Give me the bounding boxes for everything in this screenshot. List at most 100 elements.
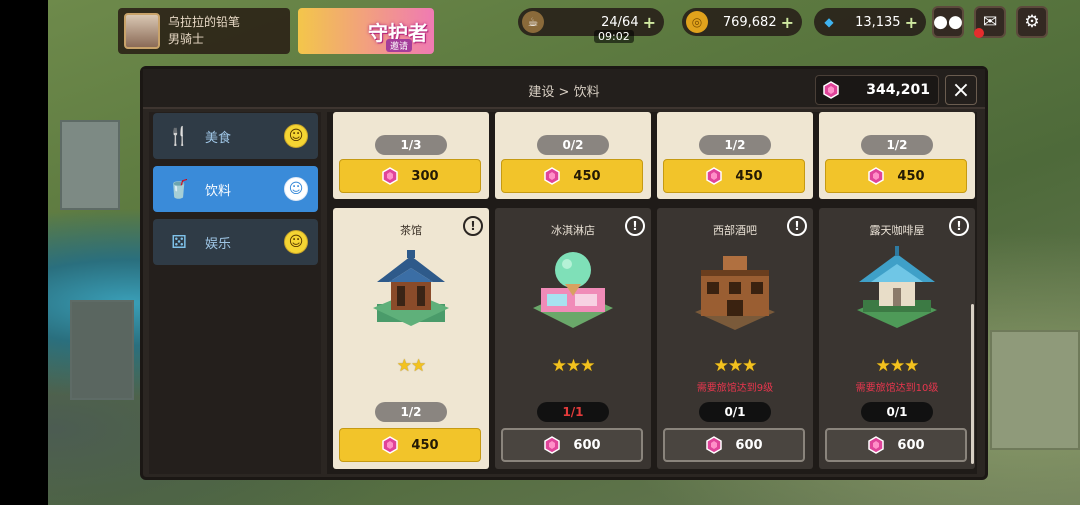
buy-button[interactable]: 450	[825, 159, 967, 193]
tab-food[interactable]: 🍴 美食 ☺	[153, 113, 318, 159]
owned-count: 0/1	[861, 402, 933, 422]
add-diamond-icon[interactable]: +	[905, 13, 918, 32]
gold-value: 769,682	[722, 14, 777, 30]
gem-icon	[867, 436, 885, 454]
diamond-value: 13,135	[855, 14, 901, 30]
player-name: 乌拉拉的铅笔	[168, 15, 241, 29]
star-rating: ★★★	[713, 356, 758, 376]
price-label: 450	[897, 168, 925, 184]
building-card[interactable]: 0/2 450	[495, 112, 651, 199]
banner-subtitle: 邀请	[385, 39, 412, 52]
tab-entertainment-label: 娱乐	[205, 236, 232, 252]
smiley-icon: ☺	[284, 230, 308, 254]
buy-button[interactable]: 450	[663, 159, 805, 193]
avatar	[124, 13, 160, 49]
info-icon[interactable]: !	[625, 216, 645, 236]
building-card-open-air-cafe[interactable]: 露天咖啡屋 ! ★★★ 需要旅馆达到10级 0/1 600	[819, 208, 975, 469]
dice-icon: ⚄	[171, 231, 187, 253]
gem-balance: 344,201	[815, 75, 939, 105]
scrollbar[interactable]	[971, 304, 974, 464]
screen-left-edge	[0, 0, 48, 505]
player-profile[interactable]: 乌拉拉的铅笔 男骑士	[118, 8, 290, 54]
diamond-resource[interactable]: ◆ 13,135 +	[814, 8, 926, 36]
price-label: 300	[411, 168, 439, 184]
gem-icon	[867, 167, 885, 185]
price-label: 450	[411, 437, 439, 453]
owned-count: 0/1	[699, 402, 771, 422]
buy-button[interactable]: 600	[663, 428, 805, 462]
info-icon[interactable]: !	[463, 216, 483, 236]
owned-count: 0/2	[537, 135, 609, 155]
owned-count: 1/2	[861, 135, 933, 155]
gem-icon	[543, 436, 561, 454]
dialog-header: 建设 > 饮料 344,201 ×	[143, 69, 985, 109]
top-bar: 乌拉拉的铅笔 男骑士 守护者 邀请 ☕ 24/64 + 09:02 ◎ 769,…	[48, 0, 1080, 62]
coffee-value: 24/64	[601, 14, 639, 30]
price-label: 600	[735, 437, 763, 453]
smiley-icon: ☺	[284, 124, 308, 148]
owned-count: 1/2	[375, 402, 447, 422]
coffee-resource[interactable]: ☕ 24/64 +	[518, 8, 664, 36]
tab-drinks[interactable]: 🥤 饮料 ☺	[153, 166, 318, 212]
western-bar-image	[695, 256, 775, 330]
chat-button[interactable]: ●●	[932, 6, 964, 38]
gold-resource[interactable]: ◎ 769,682 +	[682, 8, 802, 36]
requirement-text: 需要旅馆达到10级	[855, 383, 939, 394]
buy-button[interactable]: 300	[339, 159, 481, 193]
tab-entertainment[interactable]: ⚄ 娱乐 ☺	[153, 219, 318, 265]
buy-button[interactable]: 600	[825, 428, 967, 462]
gold-coin-icon: ◎	[686, 11, 708, 33]
ice-cream-shop-image	[533, 252, 613, 328]
tea-house-image	[373, 250, 449, 326]
building-card-tea-house[interactable]: 茶馆 ! ★★ 1/2 450	[333, 208, 489, 469]
building-card[interactable]: 1/2 450	[657, 112, 813, 199]
gem-icon	[705, 436, 723, 454]
requirement-text: 需要旅馆达到9级	[696, 383, 774, 394]
owned-count: 1/3	[375, 135, 447, 155]
gear-icon: ⚙	[1024, 12, 1040, 32]
building-grid[interactable]: 1/3 300 0/2 450 1/2 450 1/2 450 茶馆 ! ★★ …	[327, 112, 977, 474]
add-coffee-icon[interactable]: +	[643, 13, 656, 32]
scenery-cliff	[60, 120, 120, 210]
guardian-event-banner[interactable]: 守护者 邀请	[298, 8, 434, 54]
scenery-cliff	[990, 330, 1080, 450]
coffee-timer: 09:02	[594, 30, 634, 43]
open-air-cafe-image	[857, 246, 937, 328]
gem-balance-value: 344,201	[866, 82, 930, 98]
price-label: 450	[735, 168, 763, 184]
tab-drinks-label: 饮料	[205, 183, 232, 199]
chat-bubble-icon: ●●	[933, 12, 963, 32]
close-button[interactable]: ×	[945, 75, 977, 105]
owned-count: 1/2	[699, 135, 771, 155]
price-label: 600	[897, 437, 925, 453]
gem-icon	[381, 167, 399, 185]
gem-icon	[822, 81, 840, 99]
building-card-western-bar[interactable]: 西部酒吧 ! ★★★ 需要旅馆达到9级 0/1 600	[657, 208, 813, 469]
settings-button[interactable]: ⚙	[1016, 6, 1048, 38]
buy-button[interactable]: 450	[501, 159, 643, 193]
add-gold-icon[interactable]: +	[781, 13, 794, 32]
smiley-icon: ☺	[284, 177, 308, 201]
buy-button[interactable]: 450	[339, 428, 481, 462]
build-shop-dialog: 建设 > 饮料 344,201 × 🍴 美食 ☺ 🥤 饮料 ☺ ⚄ 娱乐 ☺ 1…	[140, 66, 988, 480]
price-label: 450	[573, 168, 601, 184]
notification-dot	[974, 28, 984, 38]
cutlery-icon: 🍴	[167, 125, 191, 147]
star-rating: ★★	[396, 356, 426, 376]
info-icon[interactable]: !	[949, 216, 969, 236]
coffee-icon: ☕	[522, 11, 544, 33]
gem-icon	[543, 167, 561, 185]
category-sidebar: 🍴 美食 ☺ 🥤 饮料 ☺ ⚄ 娱乐 ☺	[149, 112, 321, 474]
building-card[interactable]: 1/3 300	[333, 112, 489, 199]
info-icon[interactable]: !	[787, 216, 807, 236]
price-label: 600	[573, 437, 601, 453]
star-rating: ★★★	[875, 356, 920, 376]
building-card-ice-cream-shop[interactable]: 冰淇淋店 ! ★★★ 1/1 600	[495, 208, 651, 469]
star-rating: ★★★	[551, 356, 596, 376]
diamond-icon: ◆	[824, 15, 834, 29]
building-card[interactable]: 1/2 450	[819, 112, 975, 199]
gem-icon	[705, 167, 723, 185]
gem-icon	[381, 436, 399, 454]
owned-count: 1/1	[537, 402, 609, 422]
buy-button[interactable]: 600	[501, 428, 643, 462]
